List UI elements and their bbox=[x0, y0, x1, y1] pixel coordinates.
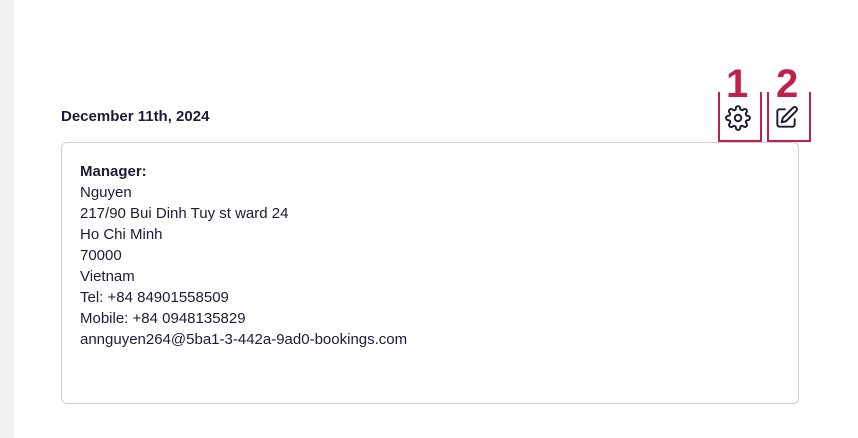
date-heading: December 11th, 2024 bbox=[61, 108, 210, 125]
left-sidebar-edge bbox=[0, 0, 14, 438]
contact-postal-code: 70000 bbox=[80, 247, 122, 264]
settings-button[interactable] bbox=[724, 104, 752, 132]
contact-email: annguyen264@5ba1-3-442a-9ad0-bookings.co… bbox=[80, 331, 408, 348]
contact-name: Nguyen bbox=[80, 184, 132, 201]
contact-details: Manager: Nguyen 217/90 Bui Dinh Tuy st w… bbox=[80, 161, 407, 350]
edit-icon bbox=[776, 106, 798, 128]
contact-tel: Tel: +84 84901558509 bbox=[80, 289, 229, 306]
page: December 11th, 2024 1 2 Manager: Nguyen … bbox=[0, 0, 858, 438]
contact-street: 217/90 Bui Dinh Tuy st ward 24 bbox=[80, 205, 289, 222]
contact-mobile: Mobile: +84 0948135829 bbox=[80, 310, 246, 327]
contact-role-label: Manager: bbox=[80, 163, 147, 180]
contact-country: Vietnam bbox=[80, 268, 135, 285]
contact-card: Manager: Nguyen 217/90 Bui Dinh Tuy st w… bbox=[61, 142, 799, 404]
contact-city: Ho Chi Minh bbox=[80, 226, 163, 243]
gear-icon bbox=[725, 105, 751, 131]
edit-button[interactable] bbox=[772, 104, 800, 132]
